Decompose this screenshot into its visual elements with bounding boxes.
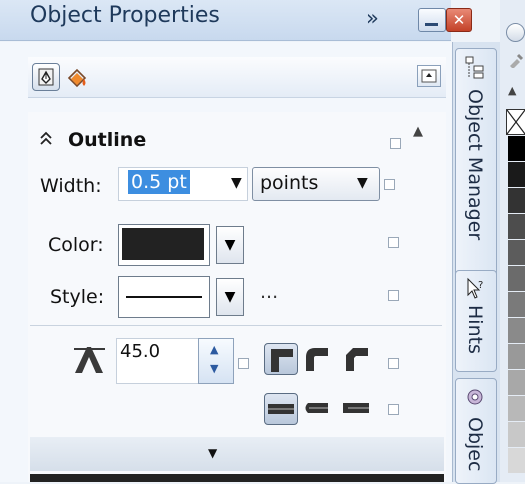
more-chevron-icon[interactable]: »	[366, 6, 379, 30]
expand-panel-icon[interactable]	[417, 65, 441, 87]
color-label: Color:	[48, 234, 104, 256]
palette-swatch[interactable]	[508, 266, 525, 291]
collapse-section-icon[interactable]	[38, 130, 54, 151]
palette-swatch[interactable]	[508, 188, 525, 213]
color-lock-checkbox[interactable]	[388, 237, 399, 248]
miter-limit-icon	[72, 345, 108, 379]
palette-swatch[interactable]	[508, 292, 525, 317]
style-lock-checkbox[interactable]	[388, 290, 399, 301]
panel-bottom-edge	[30, 474, 444, 482]
tab-object-manager[interactable]: Object Manager	[455, 48, 497, 290]
style-more-button[interactable]: ...	[260, 281, 278, 303]
palette-swatch[interactable]	[508, 136, 525, 161]
units-value: points	[260, 172, 319, 194]
expand-more-icon[interactable]: ▼	[208, 446, 217, 460]
tab-hints-label: Hints	[464, 305, 486, 354]
palette-swatch[interactable]	[508, 422, 525, 447]
line-style-preview	[126, 296, 202, 298]
hints-icon: ?	[464, 277, 486, 305]
eyedropper-icon[interactable]	[508, 52, 524, 72]
tab-hints[interactable]: ? Hints	[455, 270, 497, 372]
palette-swatch[interactable]	[508, 162, 525, 187]
width-dropdown-icon[interactable]: ▼	[231, 175, 242, 191]
outline-pen-tab-icon[interactable]	[32, 63, 60, 91]
tab-object-properties[interactable]: Objec	[455, 378, 497, 484]
no-color-swatch[interactable]	[506, 109, 525, 135]
object-properties-icon	[464, 385, 486, 413]
close-button[interactable]: ✕	[446, 8, 472, 32]
scroll-up-icon[interactable]: ▲	[413, 124, 423, 139]
miter-limit-value[interactable]: 45.0	[120, 341, 160, 362]
object-manager-icon	[464, 55, 486, 85]
palette-swatch[interactable]	[508, 214, 525, 239]
miter-corner-button[interactable]	[264, 343, 298, 375]
square-cap-button[interactable]	[340, 393, 372, 423]
palette-swatch[interactable]	[508, 448, 525, 473]
width-value[interactable]: 0.5 pt	[128, 170, 190, 194]
tab-object-properties-label: Objec	[464, 417, 486, 472]
color-swatch[interactable]	[122, 228, 204, 260]
palette-swatch[interactable]	[508, 318, 525, 343]
palette-scroll-up-icon[interactable]: ▲	[508, 84, 516, 97]
style-dropdown-icon[interactable]: ▼	[216, 278, 244, 316]
corner-lock-checkbox[interactable]	[388, 358, 399, 369]
width-label: Width:	[40, 175, 102, 197]
width-lock-checkbox[interactable]	[384, 179, 395, 190]
palette-swatch[interactable]	[508, 240, 525, 265]
butt-cap-button[interactable]	[264, 393, 298, 425]
tab-object-manager-label: Object Manager	[464, 89, 486, 241]
more-options-bar[interactable]	[30, 437, 444, 471]
minimize-button[interactable]	[418, 8, 446, 32]
palette-swatch[interactable]	[508, 396, 525, 421]
round-corner-button[interactable]	[300, 343, 332, 373]
svg-text:?: ?	[478, 280, 483, 291]
bevel-corner-button[interactable]	[340, 343, 372, 373]
miter-lock-checkbox[interactable]	[238, 358, 249, 369]
units-dropdown-icon[interactable]: ▼	[357, 175, 368, 191]
fill-bucket-tab-icon[interactable]	[64, 65, 90, 91]
palette-swatch[interactable]	[508, 344, 525, 369]
round-cap-button[interactable]	[300, 393, 332, 423]
property-tabs-toolbar	[28, 57, 446, 98]
palette-swatch[interactable]	[508, 370, 525, 395]
style-label: Style:	[50, 286, 105, 308]
color-dropdown-icon[interactable]: ▼	[216, 226, 244, 264]
spin-up-icon[interactable]: ▲	[210, 343, 218, 356]
lock-checkbox[interactable]	[390, 138, 401, 149]
palette-menu-icon[interactable]	[506, 23, 525, 42]
cap-lock-checkbox[interactable]	[388, 404, 399, 415]
spin-down-icon[interactable]: ▼	[210, 362, 218, 375]
outline-section-title: Outline	[68, 129, 147, 151]
window-title: Object Properties	[30, 3, 220, 28]
section-divider	[30, 325, 442, 326]
